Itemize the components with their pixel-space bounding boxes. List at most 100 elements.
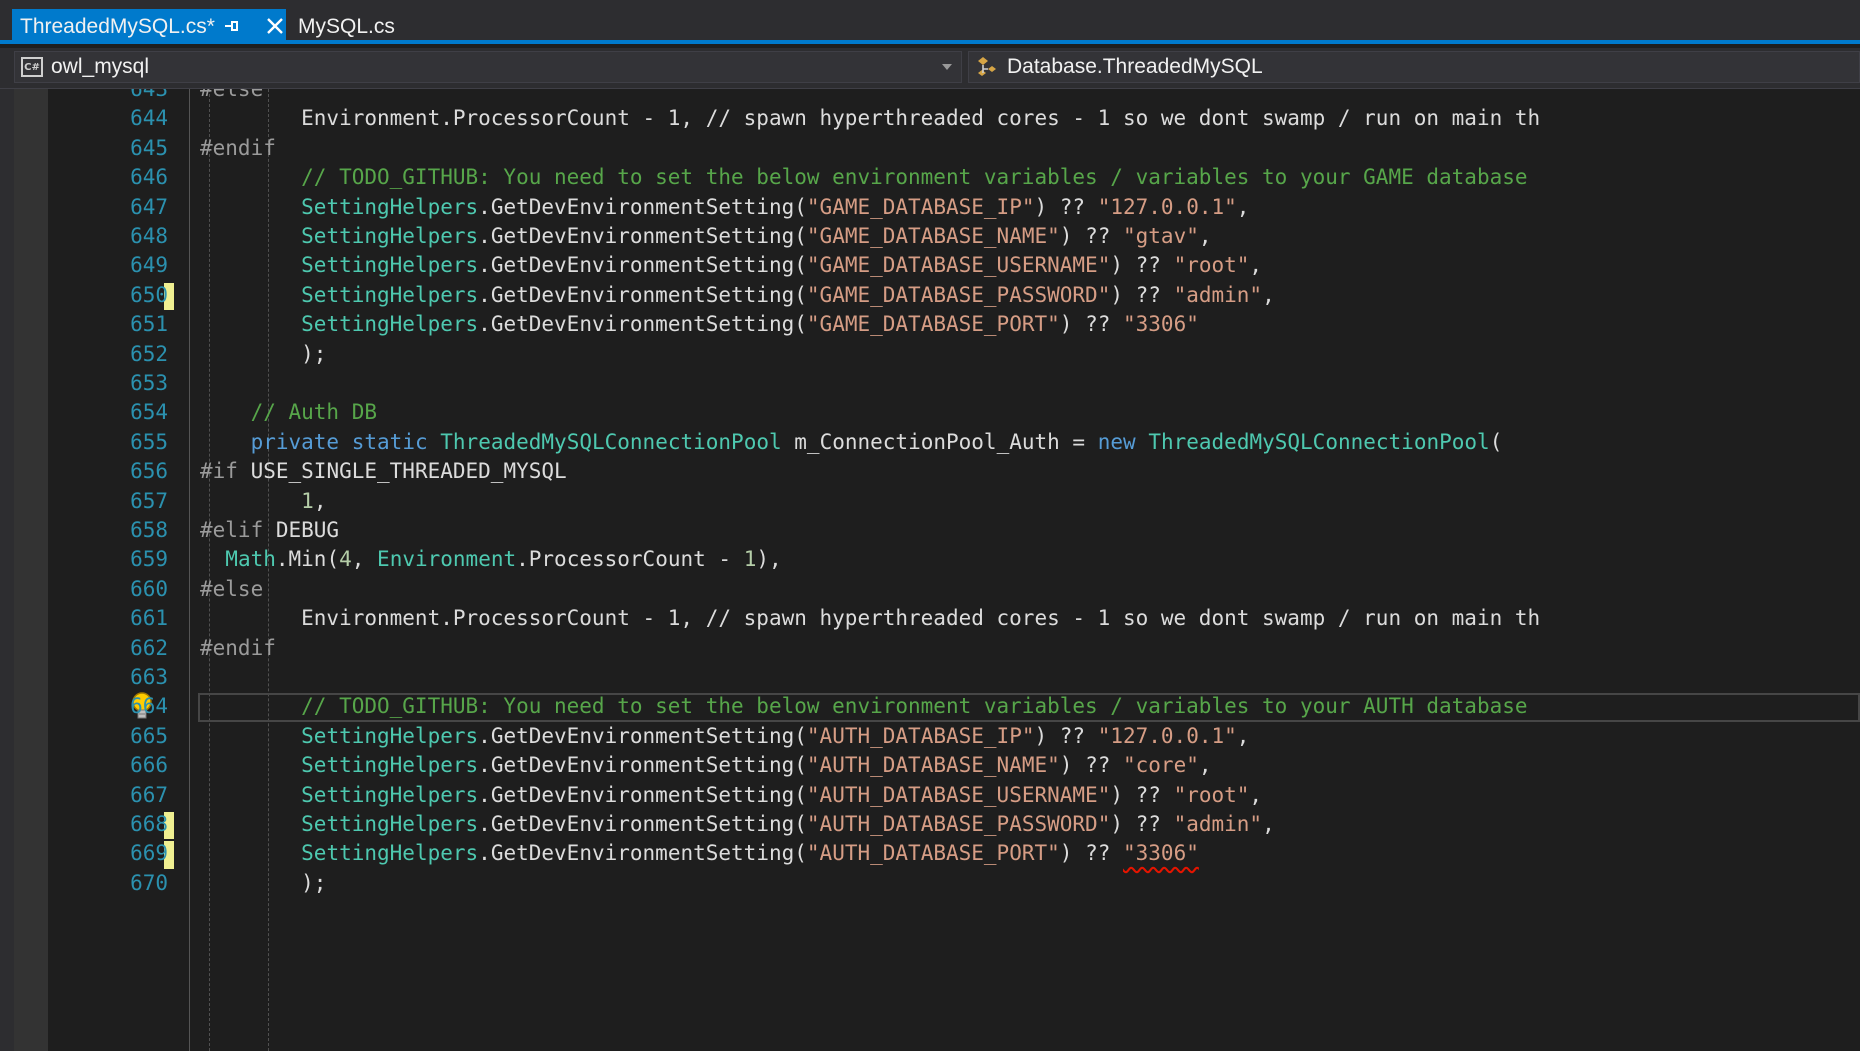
close-icon[interactable] xyxy=(264,15,286,37)
class-dropdown[interactable]: Database.ThreadedMySQL xyxy=(968,51,1860,83)
code-token: ) ?? xyxy=(1034,723,1098,748)
code-token: ); xyxy=(200,870,327,895)
line-number: 668 xyxy=(130,812,168,836)
line-number: 666 xyxy=(130,753,168,778)
tab-mysql[interactable]: MySQL.cs xyxy=(296,9,395,44)
line-number: 664 xyxy=(130,694,168,719)
code-token: ThreadedMySQLConnectionPool xyxy=(1148,429,1490,454)
code-text: Math.Min(4, Environment.ProcessorCount -… xyxy=(200,545,782,574)
line-number: 662 xyxy=(130,635,168,660)
code-token: .GetDevEnvironmentSetting( xyxy=(478,753,807,778)
code-token: , xyxy=(351,547,378,572)
line-number: 643 xyxy=(130,89,168,101)
code-token: .GetDevEnvironmentSetting( xyxy=(478,841,807,866)
line-number: 663 xyxy=(130,665,168,689)
code-token: ) ?? xyxy=(1059,841,1123,866)
code-token: SettingHelpers xyxy=(301,812,479,836)
code-token: #endif xyxy=(200,635,276,660)
csharp-project-icon: C# xyxy=(21,57,43,77)
code-token: "GAME_DATABASE_NAME" xyxy=(806,224,1060,248)
tab-threadedmysql[interactable]: ThreadedMySQL.cs* xyxy=(12,9,286,44)
line-number: 653 xyxy=(130,371,168,395)
code-token: SettingHelpers xyxy=(301,723,479,748)
code-token: SettingHelpers xyxy=(301,253,479,278)
code-text: 1, xyxy=(200,487,326,516)
code-token: .GetDevEnvironmentSetting( xyxy=(478,253,807,278)
code-token: Math xyxy=(225,547,276,572)
code-token: ) ?? xyxy=(1110,812,1174,836)
line-number: 660 xyxy=(130,576,168,601)
code-text: #elif DEBUG xyxy=(200,516,339,545)
code-token: , xyxy=(1262,282,1275,307)
code-text: #if USE_SINGLE_THREADED_MYSQL xyxy=(200,457,567,486)
line-number: 649 xyxy=(130,253,168,278)
code-token: private xyxy=(250,429,340,454)
code-token: 1 xyxy=(743,547,757,572)
code-text: SettingHelpers.GetDevEnvironmentSetting(… xyxy=(200,751,1211,780)
line-number: 647 xyxy=(130,194,168,219)
pin-icon[interactable] xyxy=(222,16,242,36)
code-token: , xyxy=(1198,224,1212,248)
project-dropdown[interactable]: C# owl_mysql xyxy=(14,51,962,83)
code-token: , xyxy=(1249,782,1263,807)
code-token: ) ?? xyxy=(1110,782,1174,807)
code-token: "AUTH_DATABASE_IP" xyxy=(806,723,1035,748)
code-token: ) ?? xyxy=(1059,224,1123,248)
code-token: ); xyxy=(200,341,327,366)
code-token: .GetDevEnvironmentSetting( xyxy=(478,312,807,337)
line-number: 652 xyxy=(130,341,168,366)
line-number: 655 xyxy=(130,429,168,454)
code-token: "root" xyxy=(1173,782,1250,807)
code-text: SettingHelpers.GetDevEnvironmentSetting(… xyxy=(200,839,1199,868)
code-text: SettingHelpers.GetDevEnvironmentSetting(… xyxy=(200,193,1249,222)
code-token: 1 xyxy=(301,488,314,513)
code-text: #else xyxy=(200,89,263,104)
project-name: owl_mysql xyxy=(51,55,150,78)
chevron-down-icon[interactable] xyxy=(941,62,953,72)
code-token: USE_SINGLE_THREADED_MYSQL xyxy=(237,459,567,484)
code-text: // Auth DB xyxy=(200,398,377,427)
code-token: SettingHelpers xyxy=(301,224,479,248)
code-text: SettingHelpers.GetDevEnvironmentSetting(… xyxy=(200,810,1275,839)
class-icon xyxy=(978,57,996,76)
code-token: "core" xyxy=(1123,753,1199,778)
code-text: #else xyxy=(200,575,263,604)
code-token: static xyxy=(351,429,428,454)
class-name: Database.ThreadedMySQL xyxy=(1007,55,1263,78)
navigation-bar: C# owl_mysql Database.ThreadedMySQL xyxy=(0,48,1860,89)
code-token: , xyxy=(1236,194,1250,219)
code-token: "127.0.0.1" xyxy=(1097,723,1237,748)
code-token: #elif xyxy=(200,518,264,542)
code-token: "gtav" xyxy=(1123,224,1199,248)
code-token: // Auth DB xyxy=(200,400,378,425)
code-text: SettingHelpers.GetDevEnvironmentSetting(… xyxy=(200,722,1249,751)
document-tab-bar: ThreadedMySQL.cs* MySQL.cs xyxy=(0,0,1860,44)
code-token: ) ?? xyxy=(1059,312,1123,337)
code-token: "AUTH_DATABASE_NAME" xyxy=(806,753,1060,778)
code-editor[interactable]: 643 #else 644 Environment.ProcessorCount -… xyxy=(0,89,1860,1051)
code-token: #else xyxy=(200,576,264,601)
line-number: 656 xyxy=(130,459,168,484)
line-number: 651 xyxy=(130,312,168,337)
code-token: .GetDevEnvironmentSetting( xyxy=(478,224,807,248)
code-token: "AUTH_DATABASE_PORT" xyxy=(806,841,1060,866)
line-number: 650 xyxy=(130,282,168,307)
code-token: .GetDevEnvironmentSetting( xyxy=(478,812,807,836)
code-token: ), xyxy=(756,547,782,572)
code-line[interactable]: 670 ); xyxy=(0,869,1860,904)
line-number: 665 xyxy=(130,723,168,748)
code-text: SettingHelpers.GetDevEnvironmentSetting(… xyxy=(200,310,1199,339)
tab-label: MySQL.cs xyxy=(298,14,395,38)
code-text: private static ThreadedMySQLConnectionPo… xyxy=(200,428,1503,457)
